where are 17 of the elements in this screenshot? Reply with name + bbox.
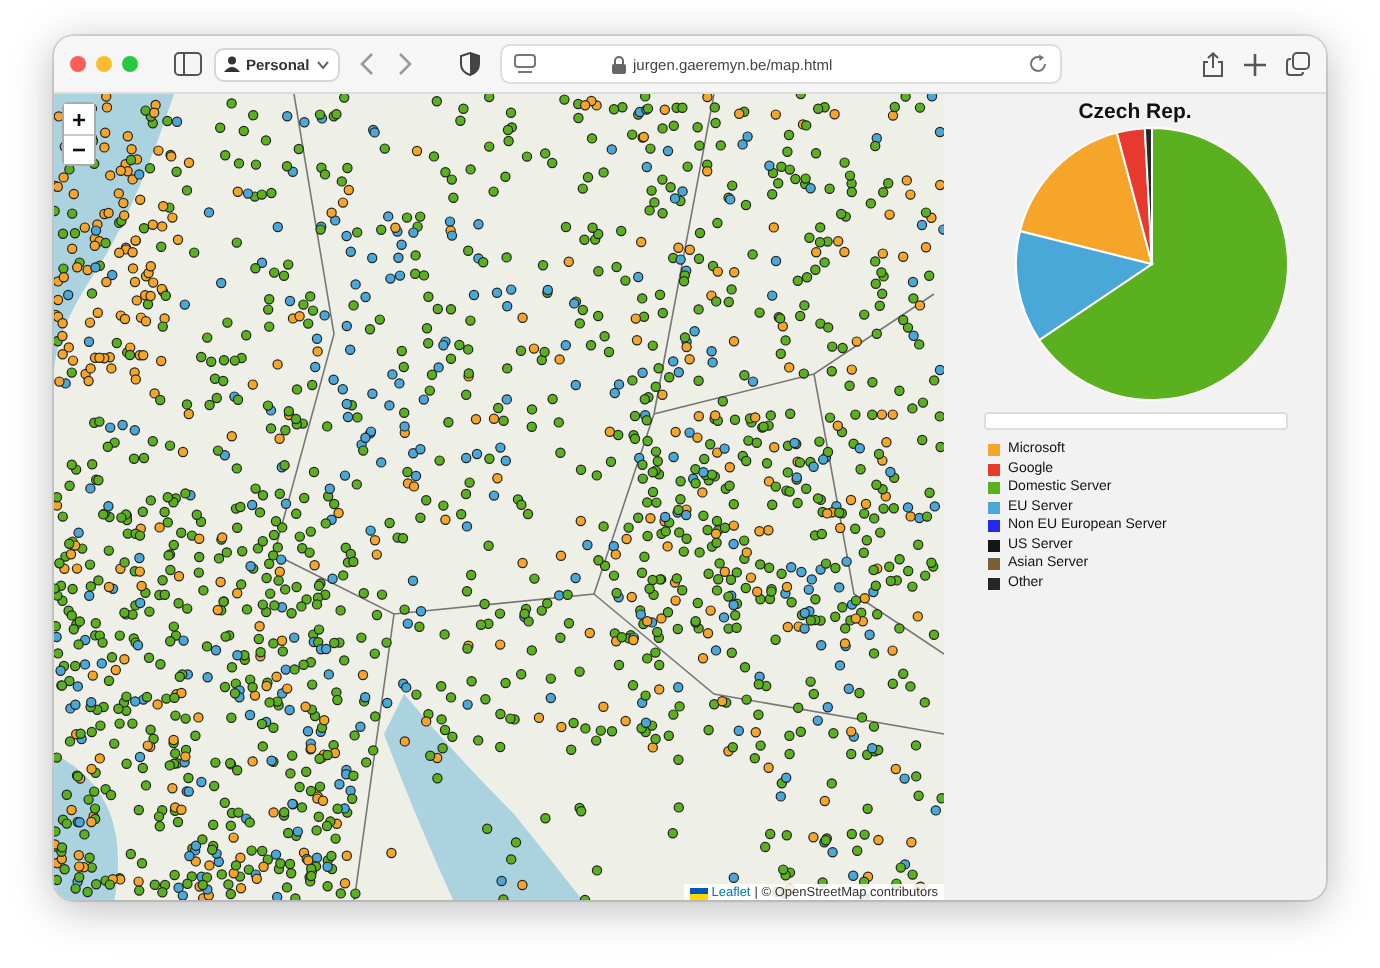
page-icon [513, 53, 536, 75]
window-controls-icon[interactable] [70, 56, 138, 72]
back-icon[interactable] [359, 52, 376, 76]
chart-title: Czech Rep. [1078, 100, 1192, 124]
zoom-out-button[interactable]: − [64, 134, 94, 164]
tabs-overview-icon[interactable] [1286, 52, 1310, 76]
flag-icon [689, 887, 708, 899]
person-icon [224, 56, 240, 72]
shield-icon[interactable] [459, 52, 480, 76]
caret-icon [315, 59, 330, 69]
new-tab-icon[interactable] [1244, 53, 1266, 75]
lock-icon [611, 55, 626, 73]
forward-icon[interactable] [395, 52, 412, 76]
share-icon[interactable] [1202, 51, 1224, 77]
sidebar-icon[interactable] [174, 52, 202, 76]
reload-icon[interactable] [1028, 54, 1048, 74]
input-field[interactable] [983, 412, 1287, 430]
